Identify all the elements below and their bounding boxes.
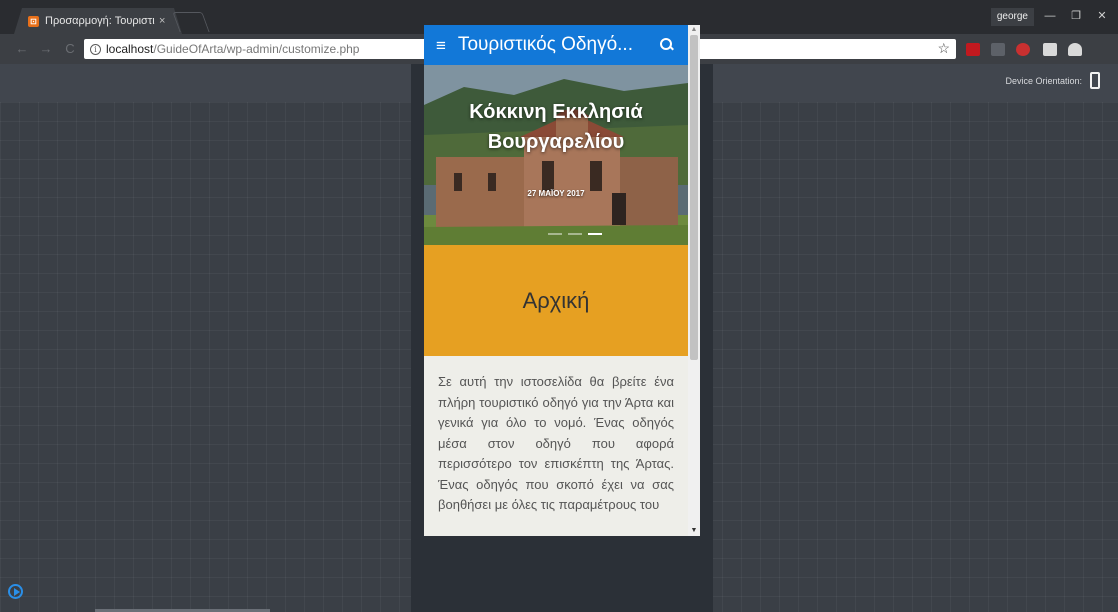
search-icon[interactable] <box>660 38 674 52</box>
site-title[interactable]: Τουριστικός Οδηγό... <box>458 34 660 56</box>
intro-paragraph: Σε αυτή την ιστοσελίδα θα βρείτε ένα πλή… <box>438 374 674 512</box>
device-orientation-label: Device Orientation: <box>1005 75 1082 86</box>
slider-pagination[interactable] <box>548 233 602 235</box>
mobile-preview-viewport: ≡ Τουριστικός Οδηγό... Κόκκινη Εκκλησιά … <box>424 25 700 536</box>
home-title: Αρχική <box>522 287 590 313</box>
back-button[interactable]: ← <box>14 41 30 57</box>
slider-dot[interactable] <box>568 233 582 235</box>
tab-close-icon[interactable]: × <box>159 15 165 27</box>
extension-cloud-icon[interactable] <box>1068 43 1082 56</box>
new-tab-button[interactable] <box>172 12 210 32</box>
hero-post-title[interactable]: Κόκκινη Εκκλησιά Βουργαρελίου <box>424 97 688 157</box>
preview-scrollbar[interactable]: ▲ ▼ <box>688 25 700 536</box>
scroll-thumb[interactable] <box>690 35 698 360</box>
site-header: ≡ Τουριστικός Οδηγό... <box>424 25 688 65</box>
extension-puzzle-icon[interactable] <box>1043 43 1057 56</box>
reload-button[interactable]: C <box>62 41 78 57</box>
forward-button[interactable]: → <box>38 41 54 57</box>
slider-dot[interactable] <box>548 233 562 235</box>
extension-red-icon[interactable] <box>966 43 980 56</box>
scroll-up-arrow-icon[interactable]: ▲ <box>688 25 700 35</box>
tab-title: Προσαρμογή: Τουριστικ <box>45 15 155 27</box>
phone-portrait-icon[interactable] <box>1090 72 1100 89</box>
browser-tab[interactable]: ⊡ Προσαρμογή: Τουριστικ × <box>14 8 182 34</box>
device-orientation-control[interactable]: Device Orientation: <box>1005 72 1100 89</box>
bookmark-star-icon[interactable]: ☆ <box>937 40 950 57</box>
url-host: localhost <box>106 42 154 56</box>
minimize-button[interactable]: — <box>1038 6 1062 26</box>
extension-opera-icon[interactable] <box>1016 43 1030 56</box>
restore-button[interactable]: ❐ <box>1064 6 1088 26</box>
site-info-icon[interactable]: i <box>90 43 101 55</box>
profile-button[interactable]: george <box>990 8 1034 26</box>
close-window-button[interactable]: ✕ <box>1090 6 1114 26</box>
slider-dot-active[interactable] <box>588 233 602 235</box>
hamburger-menu-icon[interactable]: ≡ <box>436 37 446 54</box>
home-section: Αρχική <box>424 245 688 356</box>
url-path: /GuideOfArta/wp-admin/customize.php <box>153 42 360 56</box>
hero-post-date: 27 ΜΑΪΟΥ 2017 <box>527 189 585 198</box>
extension-s-icon[interactable] <box>991 43 1005 56</box>
hero-slider[interactable]: Κόκκινη Εκκλησιά Βουργαρελίου 27 ΜΑΪΟΥ 2… <box>424 65 688 245</box>
site-favicon-icon: ⊡ <box>28 15 39 27</box>
play-icon[interactable] <box>8 584 23 599</box>
scroll-down-arrow-icon[interactable]: ▼ <box>688 526 700 536</box>
